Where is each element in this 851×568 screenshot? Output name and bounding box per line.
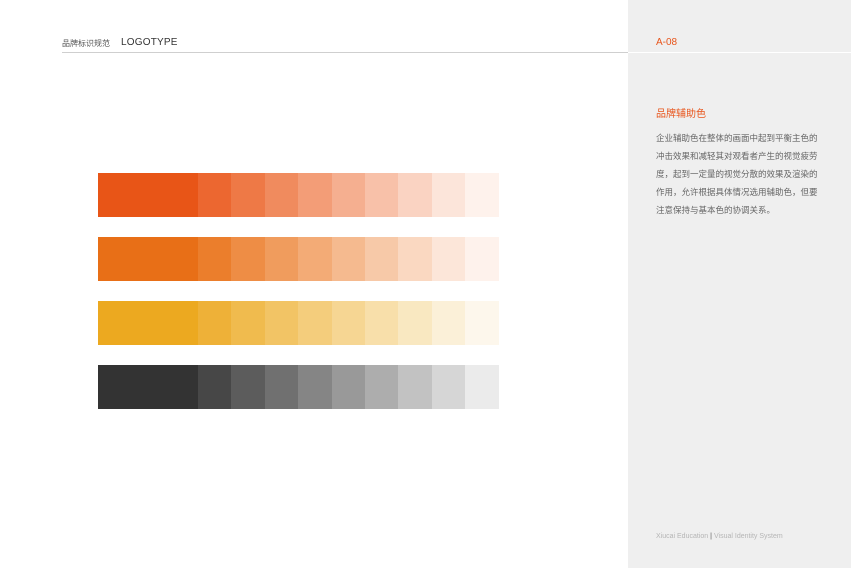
swatch-tint-orange-8 [431, 237, 466, 281]
swatch-tint-red-orange-7 [398, 173, 432, 217]
swatch-tint-orange-6 [364, 237, 399, 281]
section-description: 企业辅助色在整体的画面中起到平衡主色的冲击效果和减轻其对观看者产生的视觉疲劳度，… [656, 134, 818, 216]
swatch-tint-gray-5 [331, 365, 365, 409]
header-title-cn: 品牌标识规范 [62, 39, 110, 48]
swatch-tint-orange-1 [198, 237, 232, 281]
swatch-row-red-orange [98, 173, 499, 217]
swatch-tint-gray-9 [465, 365, 499, 409]
header-divider-right [628, 52, 851, 53]
swatch-tint-red-orange-3 [264, 173, 299, 217]
swatch-tint-yellow-6 [364, 301, 399, 345]
swatch-tint-yellow-4 [298, 301, 332, 345]
swatch-tint-red-orange-6 [364, 173, 399, 217]
swatch-tint-gray-4 [298, 365, 332, 409]
swatch-tint-red-orange-5 [331, 173, 365, 217]
swatch-main-yellow [98, 301, 198, 345]
swatch-tint-gray-1 [198, 365, 232, 409]
swatch-main-orange [98, 237, 198, 281]
side-panel [628, 0, 851, 568]
swatch-tint-yellow-5 [331, 301, 365, 345]
swatch-tint-yellow-1 [198, 301, 232, 345]
swatch-tint-red-orange-2 [231, 173, 265, 217]
swatch-tint-orange-5 [331, 237, 365, 281]
brand-guideline-page: 品牌标识规范 LOGOTYPE A-08 品牌辅助色 企业辅助色在整体的画面中起… [0, 0, 851, 568]
swatch-tint-red-orange-1 [198, 173, 232, 217]
swatch-tint-yellow-8 [431, 301, 466, 345]
section-title: 品牌辅助色 [656, 109, 706, 120]
swatch-tint-orange-4 [298, 237, 332, 281]
swatch-tint-red-orange-4 [298, 173, 332, 217]
swatch-row-gray [98, 365, 499, 409]
swatch-tint-gray-7 [398, 365, 432, 409]
swatch-tint-yellow-2 [231, 301, 265, 345]
footer: Xiucai Education | Visual Identity System [656, 533, 783, 540]
swatch-tint-yellow-7 [398, 301, 432, 345]
swatch-tint-yellow-3 [264, 301, 299, 345]
page-code: A-08 [656, 37, 678, 48]
swatch-row-orange [98, 237, 499, 281]
footer-separator: | [710, 533, 712, 540]
swatch-tint-orange-3 [264, 237, 299, 281]
swatch-tint-gray-6 [364, 365, 399, 409]
swatch-tint-yellow-9 [465, 301, 499, 345]
footer-brand: Xiucai Education [656, 533, 709, 540]
swatch-tint-gray-3 [264, 365, 299, 409]
swatch-tint-gray-8 [431, 365, 466, 409]
header-divider [62, 52, 628, 53]
swatch-tint-orange-7 [398, 237, 432, 281]
swatch-tint-red-orange-8 [431, 173, 466, 217]
footer-system: Visual Identity System [713, 533, 783, 540]
swatch-row-yellow [98, 301, 499, 345]
header-title-en: LOGOTYPE [121, 37, 178, 48]
swatch-tint-gray-2 [231, 365, 265, 409]
swatch-tint-orange-9 [465, 237, 499, 281]
swatch-tint-orange-2 [231, 237, 265, 281]
swatch-tint-red-orange-9 [465, 173, 499, 217]
swatch-main-red-orange [98, 173, 198, 217]
swatch-main-gray [98, 365, 198, 409]
